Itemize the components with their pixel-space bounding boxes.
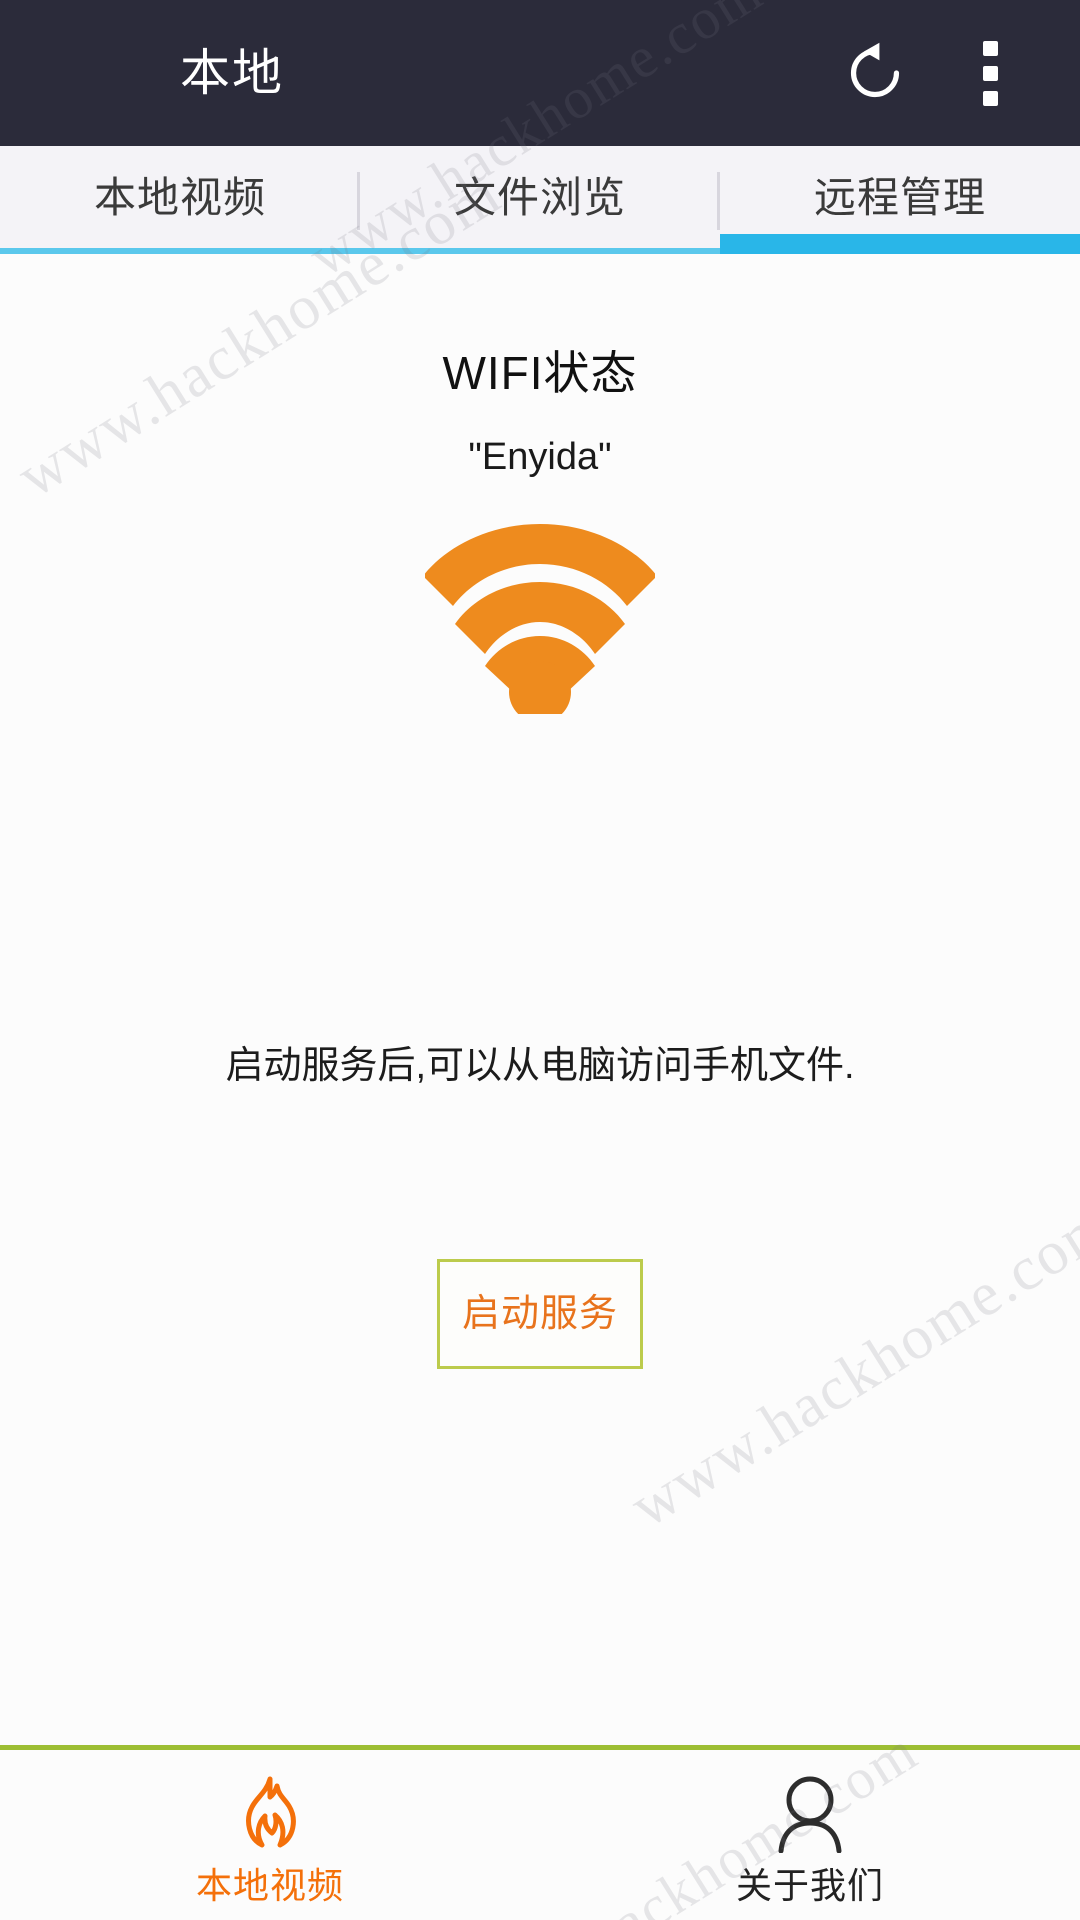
tab-label: 远程管理 [813,174,986,221]
tab-local-video[interactable]: 本地视频 [0,146,360,254]
nav-item-local-video[interactable]: 本地视频 [0,1750,540,1920]
tab-bar: 本地视频 文件浏览 远程管理 [0,146,1080,254]
tab-file-browse[interactable]: 文件浏览 [360,146,720,254]
nav-label: 本地视频 [195,1865,344,1906]
header-actions [850,0,1080,146]
wifi-ssid-value: "Enyida" [468,436,612,478]
service-hint-text: 启动服务后,可以从电脑访问手机文件. [225,1045,855,1087]
wifi-signal-icon [425,524,655,714]
more-vertical-icon-dot-1 [982,40,998,56]
more-vertical-icon-dot-2 [982,65,998,81]
tab-label: 本地视频 [93,174,266,221]
nav-item-about-us[interactable]: 关于我们 [540,1750,1080,1920]
refresh-button[interactable] [815,0,935,146]
tab-label: 文件浏览 [453,174,626,221]
person-icon [771,1772,849,1854]
bottom-navigation: 本地视频 关于我们 [0,1745,1080,1920]
app-root: 本地 本地视频 文件浏览 远程管理 WIFI状态 "Enyida" 启动服务后,… [0,0,1080,1920]
refresh-icon [850,42,900,98]
start-service-button[interactable]: 启动服务 [437,1259,643,1369]
app-header: 本地 [0,0,1080,146]
tab-remote-management[interactable]: 远程管理 [720,146,1080,254]
page-title: 本地 [180,45,284,101]
nav-label: 关于我们 [735,1865,884,1906]
remote-management-panel: WIFI状态 "Enyida" 启动服务后,可以从电脑访问手机文件. 启动服务 [0,254,1080,1745]
more-vertical-icon-dot-3 [982,90,998,106]
flame-icon [231,1772,309,1854]
more-options-button[interactable] [935,0,1045,146]
wifi-status-title: WIFI状态 [442,347,638,399]
tab-underline-active [720,234,1080,254]
